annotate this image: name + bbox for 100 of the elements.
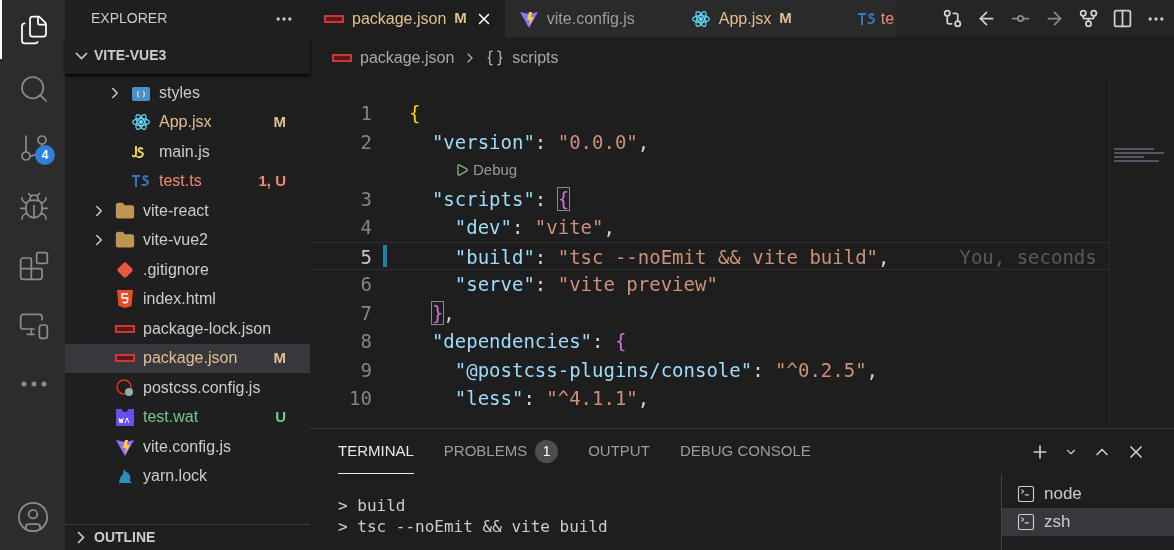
- blame-annotation: You, seconds: [959, 244, 1097, 269]
- file-tree-item[interactable]: vite-react: [65, 196, 310, 226]
- code-line: "@postcss-plugins/console": "^0.2.5",: [453, 357, 879, 383]
- terminal-instance[interactable]: node: [1002, 480, 1174, 508]
- file-tree-item[interactable]: yarn.lock: [65, 461, 310, 491]
- terminal-line: > tsc --noEmit && vite build: [338, 516, 609, 537]
- line-number: 3: [359, 186, 372, 212]
- file-tree-item[interactable]: package-lock.json: [65, 314, 310, 344]
- file-tree-item[interactable]: .gitignore: [65, 255, 310, 285]
- code-line: "version": "0.0.0",: [430, 129, 650, 155]
- file-tree-item[interactable]: test.ts 1, U: [65, 166, 310, 196]
- section-header[interactable]: OUTLINE: [65, 524, 310, 550]
- git-status: U: [275, 407, 286, 427]
- file-name: vite.config.js: [143, 436, 232, 457]
- chevron-down-icon: [74, 51, 88, 60]
- sidebar-title: EXPLORER: [91, 9, 168, 28]
- file-name: styles: [159, 82, 200, 103]
- html5-icon: [116, 289, 134, 310]
- npm-icon: [332, 53, 352, 62]
- code-line: "less": "^4.1.1",: [453, 386, 650, 411]
- file-tree-item[interactable]: styles: [65, 78, 310, 108]
- file-name: postcss.config.js: [143, 377, 261, 398]
- file-tree-item[interactable]: main.js: [65, 137, 310, 167]
- atom-icon: [131, 112, 151, 133]
- user-icon: [15, 500, 50, 534]
- terminal-instance[interactable]: zsh: [1002, 508, 1174, 536]
- file-tree-item[interactable]: package.json M: [65, 343, 310, 373]
- line-number: 10: [348, 386, 372, 411]
- panel-tab[interactable]: TERMINAL: [338, 429, 414, 474]
- atom-icon: [690, 8, 711, 29]
- file-tree-item[interactable]: test.wat U: [65, 402, 310, 432]
- code-line: "dependencies": {: [430, 329, 627, 354]
- section-header[interactable]: VITE-VUE3: [65, 37, 310, 74]
- editor-tab[interactable]: App.jsx M: [676, 0, 849, 37]
- code-line: {: [409, 101, 421, 126]
- wasm-icon: [115, 407, 135, 428]
- terminal-line: > build: [338, 495, 407, 516]
- code-line: "build": "tsc --noEmit && vite build",: [453, 244, 890, 269]
- file-tree-item[interactable]: vite.config.js: [65, 432, 310, 462]
- branch-icon[interactable]: [1078, 8, 1099, 29]
- play-icon: [455, 163, 469, 178]
- file-name: App.jsx: [159, 112, 212, 133]
- npm-icon: [115, 354, 135, 363]
- file-name: index.html: [143, 289, 216, 310]
- ts-file-icon: [131, 174, 151, 189]
- more-icon: [20, 380, 47, 387]
- line-number: 4: [359, 215, 372, 240]
- file-tree-item[interactable]: postcss.config.js: [65, 373, 310, 403]
- git-status: M: [779, 8, 792, 29]
- debug-codelens[interactable]: Debug: [455, 156, 518, 185]
- ts-file-icon: [856, 11, 877, 26]
- editor-tab[interactable]: package.json M: [310, 0, 505, 37]
- file-name: package.json: [143, 348, 238, 369]
- file-tree-item[interactable]: App.jsx M: [65, 107, 310, 137]
- file-tree-item[interactable]: index.html: [65, 284, 310, 314]
- count-badge: 1: [535, 439, 559, 463]
- breadcrumb-item[interactable]: scripts: [512, 45, 559, 70]
- git-status: M: [273, 348, 286, 368]
- file-name: test.wat: [143, 407, 199, 428]
- file-name: .gitignore: [143, 259, 209, 280]
- editor-tab[interactable]: vite.config.js: [504, 0, 677, 37]
- code-line: },: [430, 300, 455, 326]
- line-number: 1: [359, 101, 372, 126]
- bug-icon: [17, 190, 50, 223]
- file-name: main.js: [159, 141, 210, 162]
- breadcrumb-item[interactable]: package.json: [360, 45, 455, 70]
- git-status: M: [454, 8, 467, 29]
- split-editor-icon[interactable]: [1112, 8, 1133, 29]
- file-name: yarn.lock: [143, 466, 208, 487]
- npm-icon: [324, 14, 344, 23]
- line-number: 9: [359, 357, 372, 383]
- folder-icon: [115, 230, 135, 251]
- compare-icon[interactable]: [942, 8, 963, 29]
- file-name: test.ts: [159, 171, 202, 192]
- line-number: 2: [359, 129, 372, 155]
- code-line: "dev": "vite",: [453, 215, 615, 240]
- panel-tab[interactable]: PROBLEMS 1: [443, 429, 559, 474]
- braces-icon: [486, 48, 505, 67]
- git-status: M: [273, 112, 286, 132]
- code-line: "scripts": {: [430, 186, 570, 212]
- npm-icon: [115, 324, 135, 333]
- line-number: 7: [359, 300, 372, 326]
- panel-tab[interactable]: OUTPUT: [588, 429, 650, 474]
- panel-tab[interactable]: DEBUG CONSOLE: [679, 429, 811, 474]
- file-name: vite-vue2: [143, 230, 208, 251]
- source-control-activity-button[interactable]: 4: [0, 118, 65, 177]
- line-number: 8: [359, 329, 372, 354]
- line-number: 5: [359, 244, 372, 269]
- file-name: package-lock.json: [143, 318, 272, 339]
- badge: 4: [35, 145, 55, 165]
- file-name: vite-react: [143, 200, 209, 221]
- code-line: "serve": "vite preview": [453, 272, 718, 297]
- line-number: 6: [359, 272, 372, 297]
- editor-tab[interactable]: te: [848, 0, 897, 37]
- terminal-icon: [1016, 484, 1036, 504]
- file-tree-item[interactable]: vite-vue2: [65, 225, 310, 255]
- blocks-icon: [17, 249, 50, 282]
- chevron-right-icon: [77, 531, 85, 544]
- terminal-icon: [1016, 512, 1036, 532]
- folder-icon: [115, 200, 135, 221]
